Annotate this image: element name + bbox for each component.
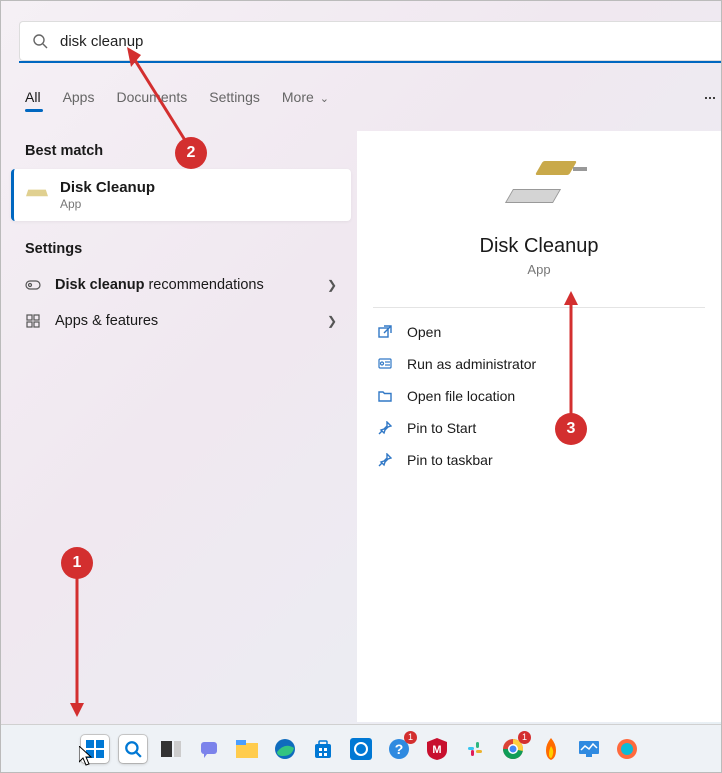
action-label: Run as administrator [407, 356, 536, 372]
settings-item-rest: recommendations [144, 277, 263, 293]
storage-icon [25, 280, 41, 290]
search-icon [124, 740, 142, 758]
shield-icon [377, 357, 393, 371]
action-open[interactable]: Open [357, 316, 721, 348]
action-label: Pin to taskbar [407, 452, 493, 468]
search-tabs: All Apps Documents Settings More ⌄ ··· [25, 81, 715, 113]
settings-item-bold: Disk cleanup [55, 277, 144, 293]
action-pin-start[interactable]: Pin to Start [357, 412, 721, 444]
best-match-title: Disk Cleanup [60, 179, 155, 196]
taskbar-chrome[interactable]: 1 [499, 735, 527, 763]
annotation-arrow-1 [67, 577, 91, 717]
best-match-sub: App [60, 197, 155, 211]
tab-settings[interactable]: Settings [209, 89, 260, 105]
tab-apps[interactable]: Apps [63, 89, 95, 105]
badge: 1 [518, 731, 531, 744]
mcafee-icon: M [427, 738, 447, 760]
callout-1: 1 [63, 549, 91, 577]
taskbar-flame-app[interactable] [537, 735, 565, 763]
taskview-icon [161, 741, 181, 757]
tab-more-label: More [282, 89, 314, 105]
taskbar-taskview[interactable] [157, 735, 185, 763]
tab-documents[interactable]: Documents [116, 89, 187, 105]
app-icon [350, 738, 372, 760]
result-detail-panel: Disk Cleanup App Open Run as administrat… [357, 131, 721, 722]
browser-icon [616, 738, 638, 760]
taskbar-browser-app[interactable] [613, 735, 641, 763]
taskbar-edge[interactable] [271, 735, 299, 763]
slack-icon [465, 739, 485, 759]
action-pin-taskbar[interactable]: Pin to taskbar [357, 444, 721, 476]
chevron-down-icon: ⌄ [320, 93, 329, 105]
tab-all[interactable]: All [25, 89, 41, 105]
chevron-right-icon: ❯ [327, 314, 337, 328]
callout-3: 3 [557, 415, 585, 443]
detail-title: Disk Cleanup [480, 235, 599, 258]
search-icon [32, 33, 48, 49]
chevron-right-icon: ❯ [327, 278, 337, 292]
folder-icon [236, 740, 258, 758]
divider [373, 307, 705, 308]
disk-cleanup-icon-large [509, 171, 569, 203]
pin-icon [377, 453, 393, 467]
settings-item-apps-features[interactable]: Apps & features ❯ [11, 303, 351, 339]
search-underline [19, 61, 721, 63]
flame-icon [542, 738, 560, 760]
open-icon [377, 325, 393, 339]
action-label: Open [407, 324, 441, 340]
taskbar: ? 1 M 1 [1, 724, 721, 772]
taskbar-search-button[interactable] [119, 735, 147, 763]
disk-cleanup-icon [26, 183, 48, 205]
detail-sub: App [527, 262, 550, 277]
tab-underline [25, 109, 43, 112]
callout-2: 2 [177, 139, 205, 167]
search-bar[interactable] [19, 21, 721, 61]
taskbar-mcafee[interactable]: M [423, 735, 451, 763]
badge: 1 [404, 731, 417, 744]
action-run-admin[interactable]: Run as administrator [357, 348, 721, 380]
svg-text:M: M [432, 744, 441, 756]
settings-item-disk-recommendations[interactable]: Disk cleanup recommendations ❯ [11, 267, 351, 303]
store-icon [313, 739, 333, 759]
taskbar-app-blue[interactable] [347, 735, 375, 763]
edge-icon [274, 738, 296, 760]
svg-text:?: ? [395, 741, 404, 757]
action-label: Open file location [407, 388, 515, 404]
monitor-icon [578, 740, 600, 758]
taskbar-chat[interactable] [195, 735, 223, 763]
overflow-menu-button[interactable]: ··· [703, 87, 715, 108]
apps-icon [25, 314, 41, 328]
taskbar-help[interactable]: ? 1 [385, 735, 413, 763]
cursor-icon [79, 746, 93, 766]
settings-item-label: Apps & features [55, 313, 158, 329]
best-match-item[interactable]: Disk Cleanup App [11, 169, 351, 221]
taskbar-slack[interactable] [461, 735, 489, 763]
chat-icon [199, 739, 219, 759]
search-input[interactable] [58, 32, 721, 51]
taskbar-monitor-app[interactable] [575, 735, 603, 763]
settings-header: Settings [11, 221, 351, 267]
pin-icon [377, 421, 393, 435]
taskbar-store[interactable] [309, 735, 337, 763]
taskbar-file-explorer[interactable] [233, 735, 261, 763]
folder-icon [377, 389, 393, 403]
action-open-location[interactable]: Open file location [357, 380, 721, 412]
tab-more[interactable]: More ⌄ [282, 89, 329, 105]
action-label: Pin to Start [407, 420, 476, 436]
